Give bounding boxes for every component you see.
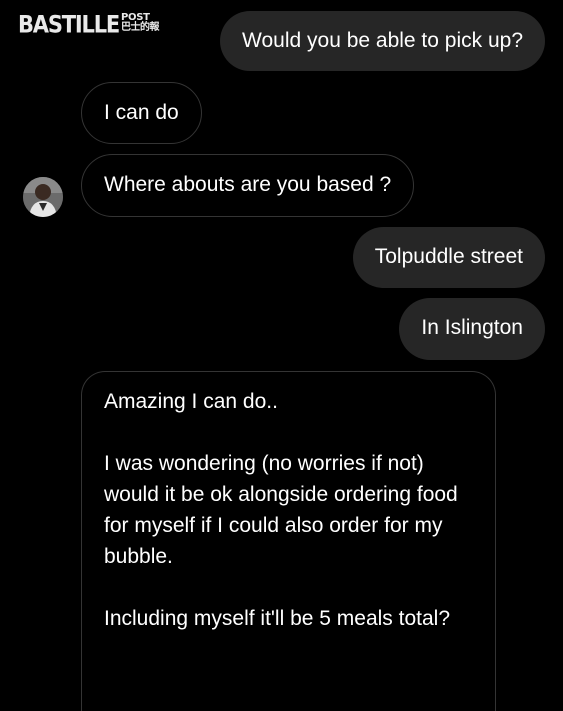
message-paragraph: Including myself it'll be 5 meals total? (104, 607, 451, 630)
watermark-logo-text: BASTILLE (18, 10, 120, 39)
bastille-post-watermark: BASTILLE POST 巴士的報 (18, 10, 160, 39)
message-text: Would you be able to pick up? (242, 29, 523, 52)
watermark-cjk-text: 巴士的報 (121, 22, 160, 33)
message-paragraph: Amazing I can do.. (104, 390, 278, 413)
message-outgoing[interactable]: Would you be able to pick up? (220, 11, 545, 71)
message-text: Tolpuddle street (374, 245, 523, 268)
message-incoming[interactable]: I can do (81, 82, 202, 144)
contact-avatar[interactable] (23, 177, 63, 217)
message-incoming-long[interactable]: Amazing I can do.. I was wondering (no w… (81, 371, 496, 711)
message-incoming[interactable]: Where abouts are you based ? (81, 154, 415, 217)
message-outgoing[interactable]: Tolpuddle street (352, 227, 545, 288)
message-text: In Islington (421, 316, 523, 339)
message-text: Where abouts are you based ? (104, 173, 392, 196)
watermark-side: POST 巴士的報 (121, 13, 160, 33)
message-outgoing[interactable]: In Islington (399, 298, 545, 360)
message-text: I can do (104, 101, 179, 124)
message-paragraph: I was wondering (no worries if not) woul… (104, 452, 458, 568)
avatar-person-icon (23, 177, 63, 217)
